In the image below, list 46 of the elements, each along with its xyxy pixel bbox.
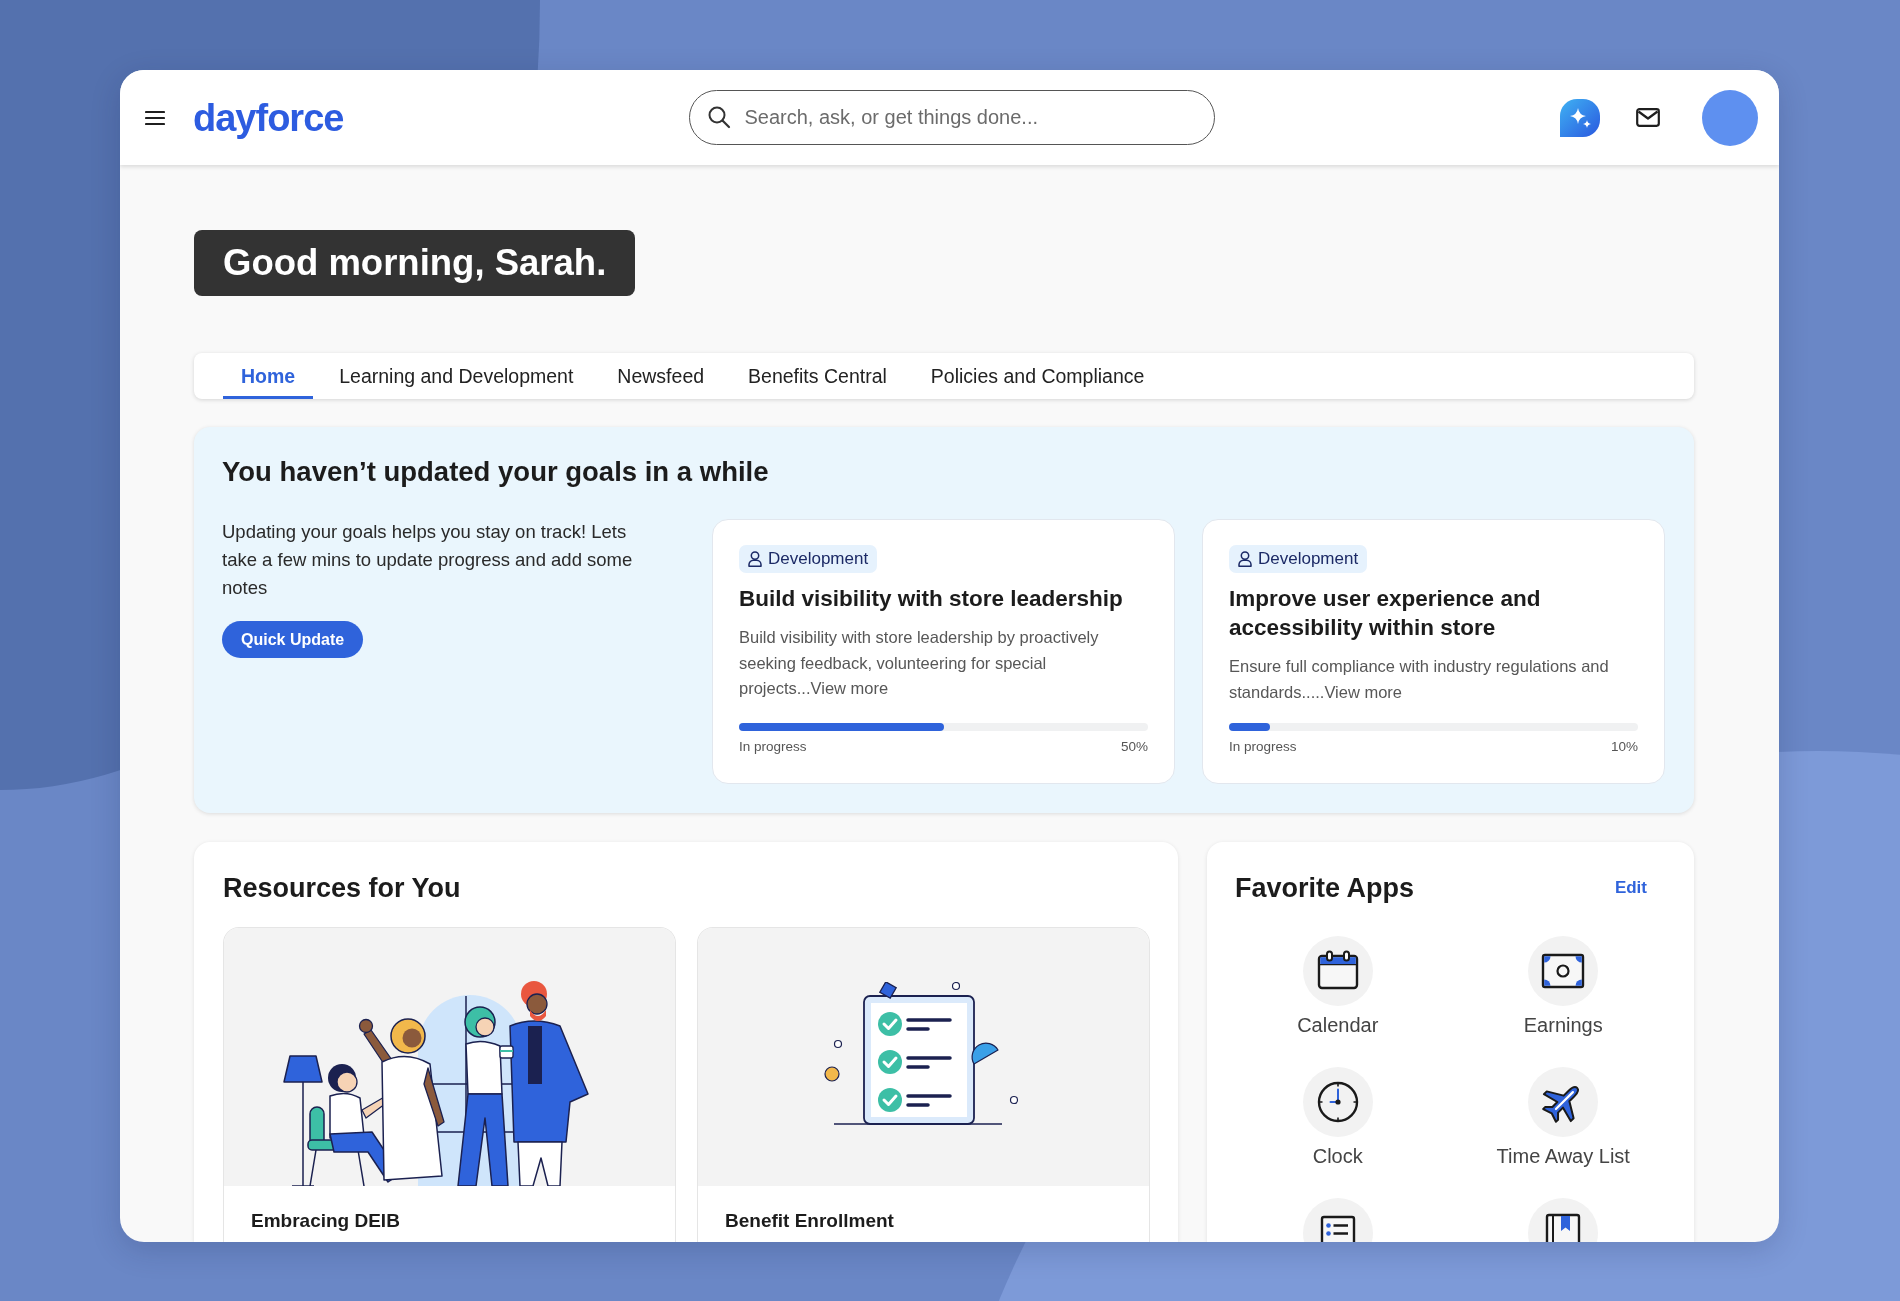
app-shortcut[interactable]: Time Away List bbox=[1496, 1067, 1630, 1167]
goal-description: Build visibility with store leadership by proactively seeking feedback, volunteering for special projects...View more bbox=[739, 627, 1100, 699]
mail-icon[interactable] bbox=[1636, 108, 1660, 127]
sparkle-icon[interactable] bbox=[1560, 98, 1600, 137]
search-icon bbox=[706, 105, 731, 129]
calendar-icon bbox=[1302, 936, 1373, 1006]
app-shortcut[interactable]: Calendar bbox=[1297, 936, 1379, 1036]
status-text: In progress bbox=[1229, 738, 1297, 756]
goal-card[interactable]: Development Improve user experience and accessibility within store Ensure full compliance with industry regulations and standards.....View more In progress 10% bbox=[1202, 519, 1665, 784]
tab[interactable]: Policies and Compliance bbox=[912, 353, 1163, 399]
search-field[interactable]: Search, ask, or get things done... bbox=[688, 90, 1215, 145]
person-icon bbox=[1238, 551, 1252, 567]
reminder-text: Updating your goals helps you stay on track! Lets take a few mins to update progress and add some notes bbox=[222, 520, 634, 600]
resource-title: Embracing DEIB bbox=[250, 1209, 401, 1233]
resource-title: Benefit Enrollment bbox=[724, 1209, 895, 1233]
tab[interactable]: Benefits Central bbox=[730, 353, 905, 399]
goal-description: Ensure full compliance with industry regulations and standards.....View more bbox=[1229, 656, 1610, 703]
clock-icon bbox=[1302, 1067, 1373, 1137]
goal-title: Build visibility with store leadership bbox=[739, 585, 1124, 613]
goal-card[interactable]: Development Build visibility with store leadership Build visibility with store leadership by proactively seeking feedback, volunteering for special projects...View more In progress 50% bbox=[712, 519, 1175, 784]
panel-title: You haven’t updated your goals in a while bbox=[222, 457, 770, 487]
bookmark-icon[interactable] bbox=[1528, 1198, 1599, 1242]
airplane-icon bbox=[1528, 1067, 1599, 1137]
app-shortcut[interactable]: Clock bbox=[1302, 1067, 1373, 1167]
tab[interactable]: Learning and Development bbox=[321, 353, 592, 399]
tab[interactable]: Home bbox=[223, 353, 314, 399]
section-title: Favorite Apps bbox=[1235, 872, 1415, 904]
tag-label: Development bbox=[1258, 549, 1359, 569]
list-icon[interactable] bbox=[1302, 1198, 1373, 1242]
person-icon bbox=[748, 551, 762, 567]
section-title: Resources for You bbox=[223, 872, 462, 904]
menu-icon[interactable] bbox=[145, 109, 165, 126]
quick-update-button[interactable]: Quick Update bbox=[222, 621, 364, 658]
banknote-icon bbox=[1528, 936, 1599, 1006]
app-shortcut[interactable]: Earnings bbox=[1523, 936, 1603, 1036]
tab[interactable]: Newsfeed bbox=[599, 353, 723, 399]
edit-link[interactable]: Edit bbox=[1614, 878, 1647, 898]
status-text: In progress bbox=[739, 738, 807, 756]
progress-percent: 10% bbox=[1610, 738, 1638, 756]
progress-percent: 50% bbox=[1120, 738, 1148, 756]
greeting-heading: Good morning, Sarah. bbox=[194, 230, 636, 296]
goal-title: Improve user experience and accessibility within store bbox=[1229, 585, 1542, 642]
tag-label: Development bbox=[768, 549, 869, 569]
logo[interactable]: dayforce bbox=[193, 95, 344, 140]
resource-card[interactable]: Embracing DEIB bbox=[223, 927, 676, 1242]
resource-card[interactable]: Benefit Enrollment bbox=[697, 927, 1150, 1242]
